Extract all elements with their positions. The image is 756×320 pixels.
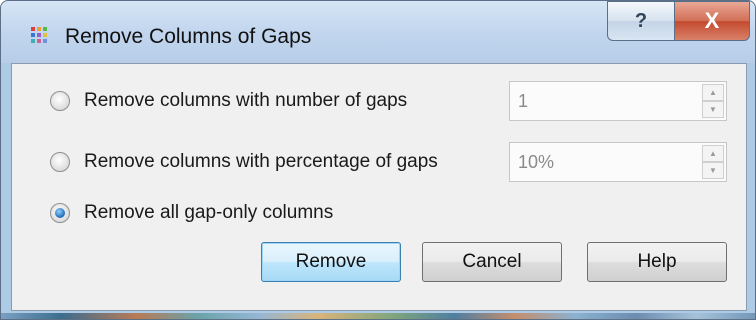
radio-gap-only-columns[interactable] (50, 203, 70, 223)
app-icon-cell (43, 27, 47, 31)
dialog-window: Remove Columns of Gaps ? X Remove column… (0, 0, 756, 320)
spin-up-arrow-icon[interactable]: ▲ (702, 84, 724, 101)
dialog-body: Remove columns with number of gaps 1 ▲ ▼… (11, 63, 747, 311)
app-icon-cell (31, 33, 35, 37)
remove-button[interactable]: Remove (261, 242, 401, 282)
title-bar[interactable]: Remove Columns of Gaps ? X (1, 1, 755, 61)
spinbox-value: 10% (518, 152, 555, 172)
option-label: Remove columns with number of gaps (84, 90, 408, 111)
spin-down-arrow-icon[interactable]: ▼ (702, 101, 724, 118)
context-help-button[interactable]: ? (607, 1, 674, 41)
radio-selected-dot (55, 208, 65, 218)
cancel-button[interactable]: Cancel (422, 242, 562, 282)
app-icon-cell (31, 27, 35, 31)
help-button[interactable]: Help (587, 242, 727, 282)
app-icon-cell (37, 33, 41, 37)
app-icon-cell (43, 33, 47, 37)
radio-number-of-gaps[interactable] (50, 91, 70, 111)
option-number-of-gaps[interactable]: Remove columns with number of gaps (50, 86, 407, 116)
app-icon-cell (43, 39, 47, 43)
spin-up-arrow-icon[interactable]: ▲ (702, 145, 724, 162)
radio-percentage-of-gaps[interactable] (50, 152, 70, 172)
option-gap-only-columns[interactable]: Remove all gap-only columns (50, 198, 333, 228)
gap-percentage-spinbox[interactable]: 10% ▲ ▼ (509, 142, 727, 182)
spinbox-value: 1 (518, 91, 529, 111)
gap-count-spinbox[interactable]: 1 ▲ ▼ (509, 81, 727, 121)
background-strip (1, 313, 755, 319)
option-percentage-of-gaps[interactable]: Remove columns with percentage of gaps (50, 147, 438, 177)
app-grid-icon (31, 27, 47, 43)
close-button[interactable]: X (674, 1, 750, 41)
option-label: Remove all gap-only columns (84, 202, 334, 223)
window-title: Remove Columns of Gaps (65, 25, 312, 48)
spin-down-arrow-icon[interactable]: ▼ (702, 162, 724, 179)
app-icon-cell (37, 27, 41, 31)
app-icon-cell (37, 39, 41, 43)
option-label: Remove columns with percentage of gaps (84, 151, 438, 172)
app-icon-cell (31, 39, 35, 43)
